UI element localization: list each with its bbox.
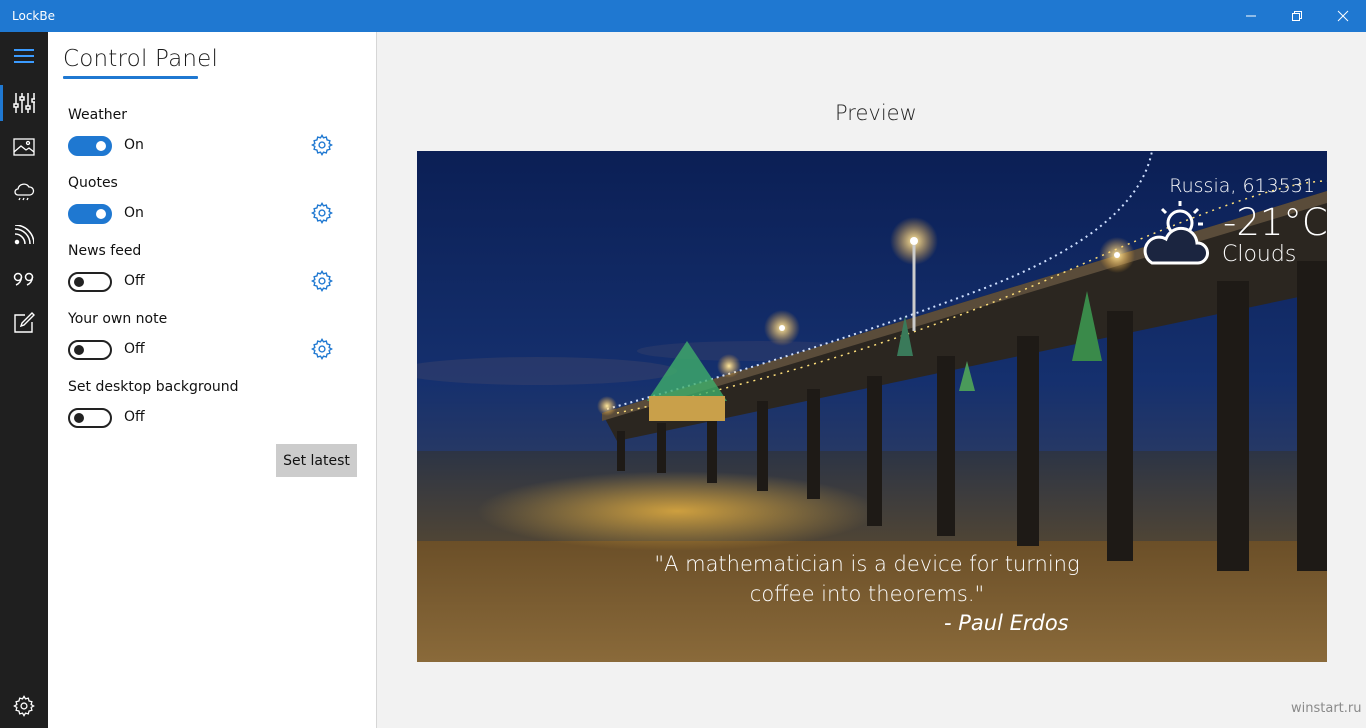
close-button[interactable]	[1320, 0, 1366, 32]
nav-rail	[0, 32, 48, 728]
restore-icon	[1292, 11, 1302, 21]
own-note-state: Off	[124, 341, 145, 357]
news-feed-toggle[interactable]	[68, 272, 112, 292]
quotes-state: On	[124, 205, 144, 221]
image-icon	[13, 138, 35, 156]
nav-images[interactable]	[0, 125, 48, 169]
news-feed-label: News feed	[68, 243, 142, 259]
hamburger-menu-button[interactable]	[0, 34, 48, 78]
desktop-background-label: Set desktop background	[68, 379, 239, 395]
gear-icon	[13, 695, 35, 717]
close-icon	[1337, 10, 1349, 22]
news-feed-settings-gear-icon[interactable]	[311, 270, 333, 292]
lock-screen-preview: Russia, 613531 -21°C Clouds "A mathemati…	[417, 151, 1327, 662]
weather-location: Russia, 613531	[1169, 175, 1315, 197]
hamburger-icon	[14, 49, 34, 63]
watermark: winstart.ru	[1291, 701, 1362, 716]
own-note-label: Your own note	[68, 311, 168, 327]
rss-icon	[14, 225, 34, 245]
minimize-icon	[1246, 15, 1256, 17]
minimize-button[interactable]	[1228, 0, 1274, 32]
set-latest-button[interactable]: Set latest	[276, 444, 357, 477]
quotes-label: Quotes	[68, 175, 118, 191]
quotes-settings-gear-icon[interactable]	[311, 202, 333, 224]
quote-text: "A mathematician is a device for turning…	[654, 552, 1080, 606]
weather-icon	[14, 183, 35, 201]
quote-author: - Paul Erdos	[944, 611, 1069, 635]
nav-weather[interactable]	[0, 169, 48, 213]
weather-settings-gear-icon[interactable]	[311, 134, 333, 156]
panel-title: Control Panel	[63, 46, 219, 72]
weather-condition: Clouds	[1222, 242, 1297, 267]
quote-icon	[13, 272, 34, 286]
nav-settings[interactable]	[0, 684, 48, 728]
restore-button[interactable]	[1274, 0, 1320, 32]
own-note-settings-gear-icon[interactable]	[311, 338, 333, 360]
edit-icon	[14, 312, 35, 333]
desktop-background-toggle[interactable]	[68, 408, 112, 428]
nav-own-note[interactable]	[0, 301, 48, 345]
news-feed-state: Off	[124, 273, 145, 289]
desktop-background-state: Off	[124, 409, 145, 425]
app-title: LockBe	[12, 9, 55, 23]
weather-toggle[interactable]	[68, 136, 112, 156]
preview-title: Preview	[835, 101, 917, 125]
nav-news-feed[interactable]	[0, 213, 48, 257]
weather-label: Weather	[68, 107, 127, 123]
own-note-toggle[interactable]	[68, 340, 112, 360]
quotes-toggle[interactable]	[68, 204, 112, 224]
control-panel: Control Panel Weather On Quotes On News …	[48, 32, 377, 728]
weather-temperature: -21°C	[1223, 201, 1327, 244]
title-underline	[63, 76, 198, 79]
title-bar: LockBe	[0, 0, 1366, 32]
weather-state: On	[124, 137, 144, 153]
nav-control-panel[interactable]	[0, 81, 48, 125]
sliders-icon	[13, 93, 35, 113]
nav-quotes[interactable]	[0, 257, 48, 301]
